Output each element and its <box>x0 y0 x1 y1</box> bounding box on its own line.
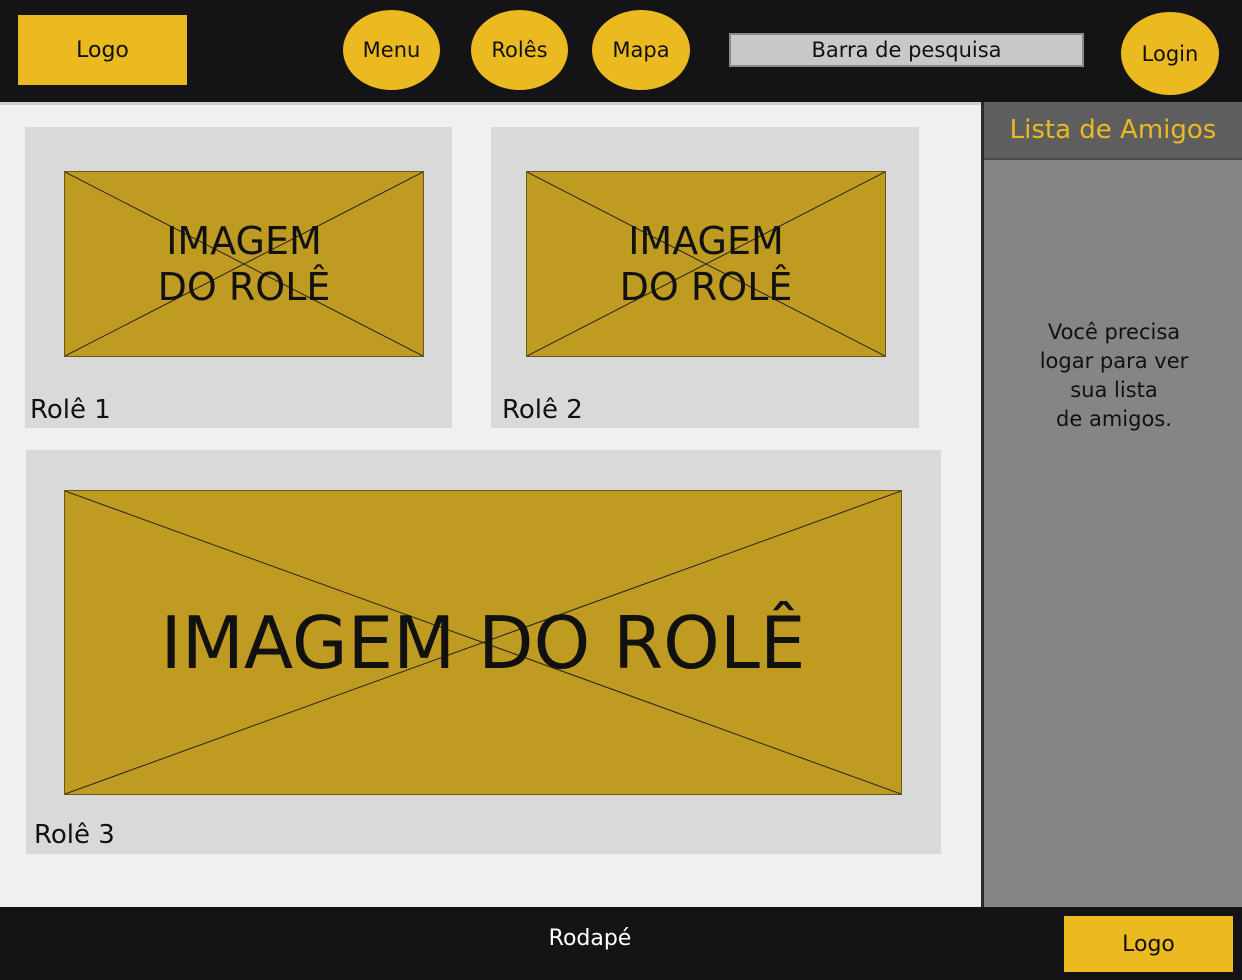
role-card-title: Rolê 3 <box>34 820 115 850</box>
nav-map-button[interactable]: Mapa <box>592 10 690 90</box>
image-label: IMAGEM DO ROLÊ <box>160 600 806 685</box>
footer-logo[interactable]: Logo <box>1064 916 1233 972</box>
image-label-line-1: IMAGEM <box>166 219 322 263</box>
role-image-placeholder: IMAGEM DO ROLÊ <box>64 171 424 357</box>
role-image-placeholder: IMAGEM DO ROLÊ <box>526 171 886 357</box>
login-button[interactable]: Login <box>1121 12 1219 95</box>
image-label: IMAGEM DO ROLÊ <box>65 172 423 356</box>
role-card-1[interactable]: IMAGEM DO ROLÊ Rolê 1 <box>25 127 452 428</box>
nav-menu-button[interactable]: Menu <box>343 10 440 90</box>
role-card-2[interactable]: IMAGEM DO ROLÊ Rolê 2 <box>491 127 919 428</box>
image-label-line-1: IMAGEM <box>628 219 784 263</box>
image-label: IMAGEM DO ROLÊ <box>527 172 885 356</box>
login-required-message: Você precisa logar para ver sua lista de… <box>1039 320 1189 431</box>
header-logo[interactable]: Logo <box>18 15 187 85</box>
friends-list-title: Lista de Amigos <box>984 102 1242 160</box>
role-card-title: Rolê 1 <box>30 395 111 425</box>
role-image-placeholder: IMAGEM DO ROLÊ <box>64 490 902 795</box>
image-label-line-2: DO ROLÊ <box>619 265 793 309</box>
friends-sidebar <box>981 102 1242 908</box>
footer-text: Rodapé <box>548 926 632 951</box>
role-card-title: Rolê 2 <box>502 395 583 425</box>
image-label-line-2: DO ROLÊ <box>157 265 331 309</box>
role-card-3[interactable]: IMAGEM DO ROLÊ Rolê 3 <box>26 450 941 854</box>
search-input[interactable] <box>729 33 1084 67</box>
nav-roles-button[interactable]: Rolês <box>471 10 568 90</box>
